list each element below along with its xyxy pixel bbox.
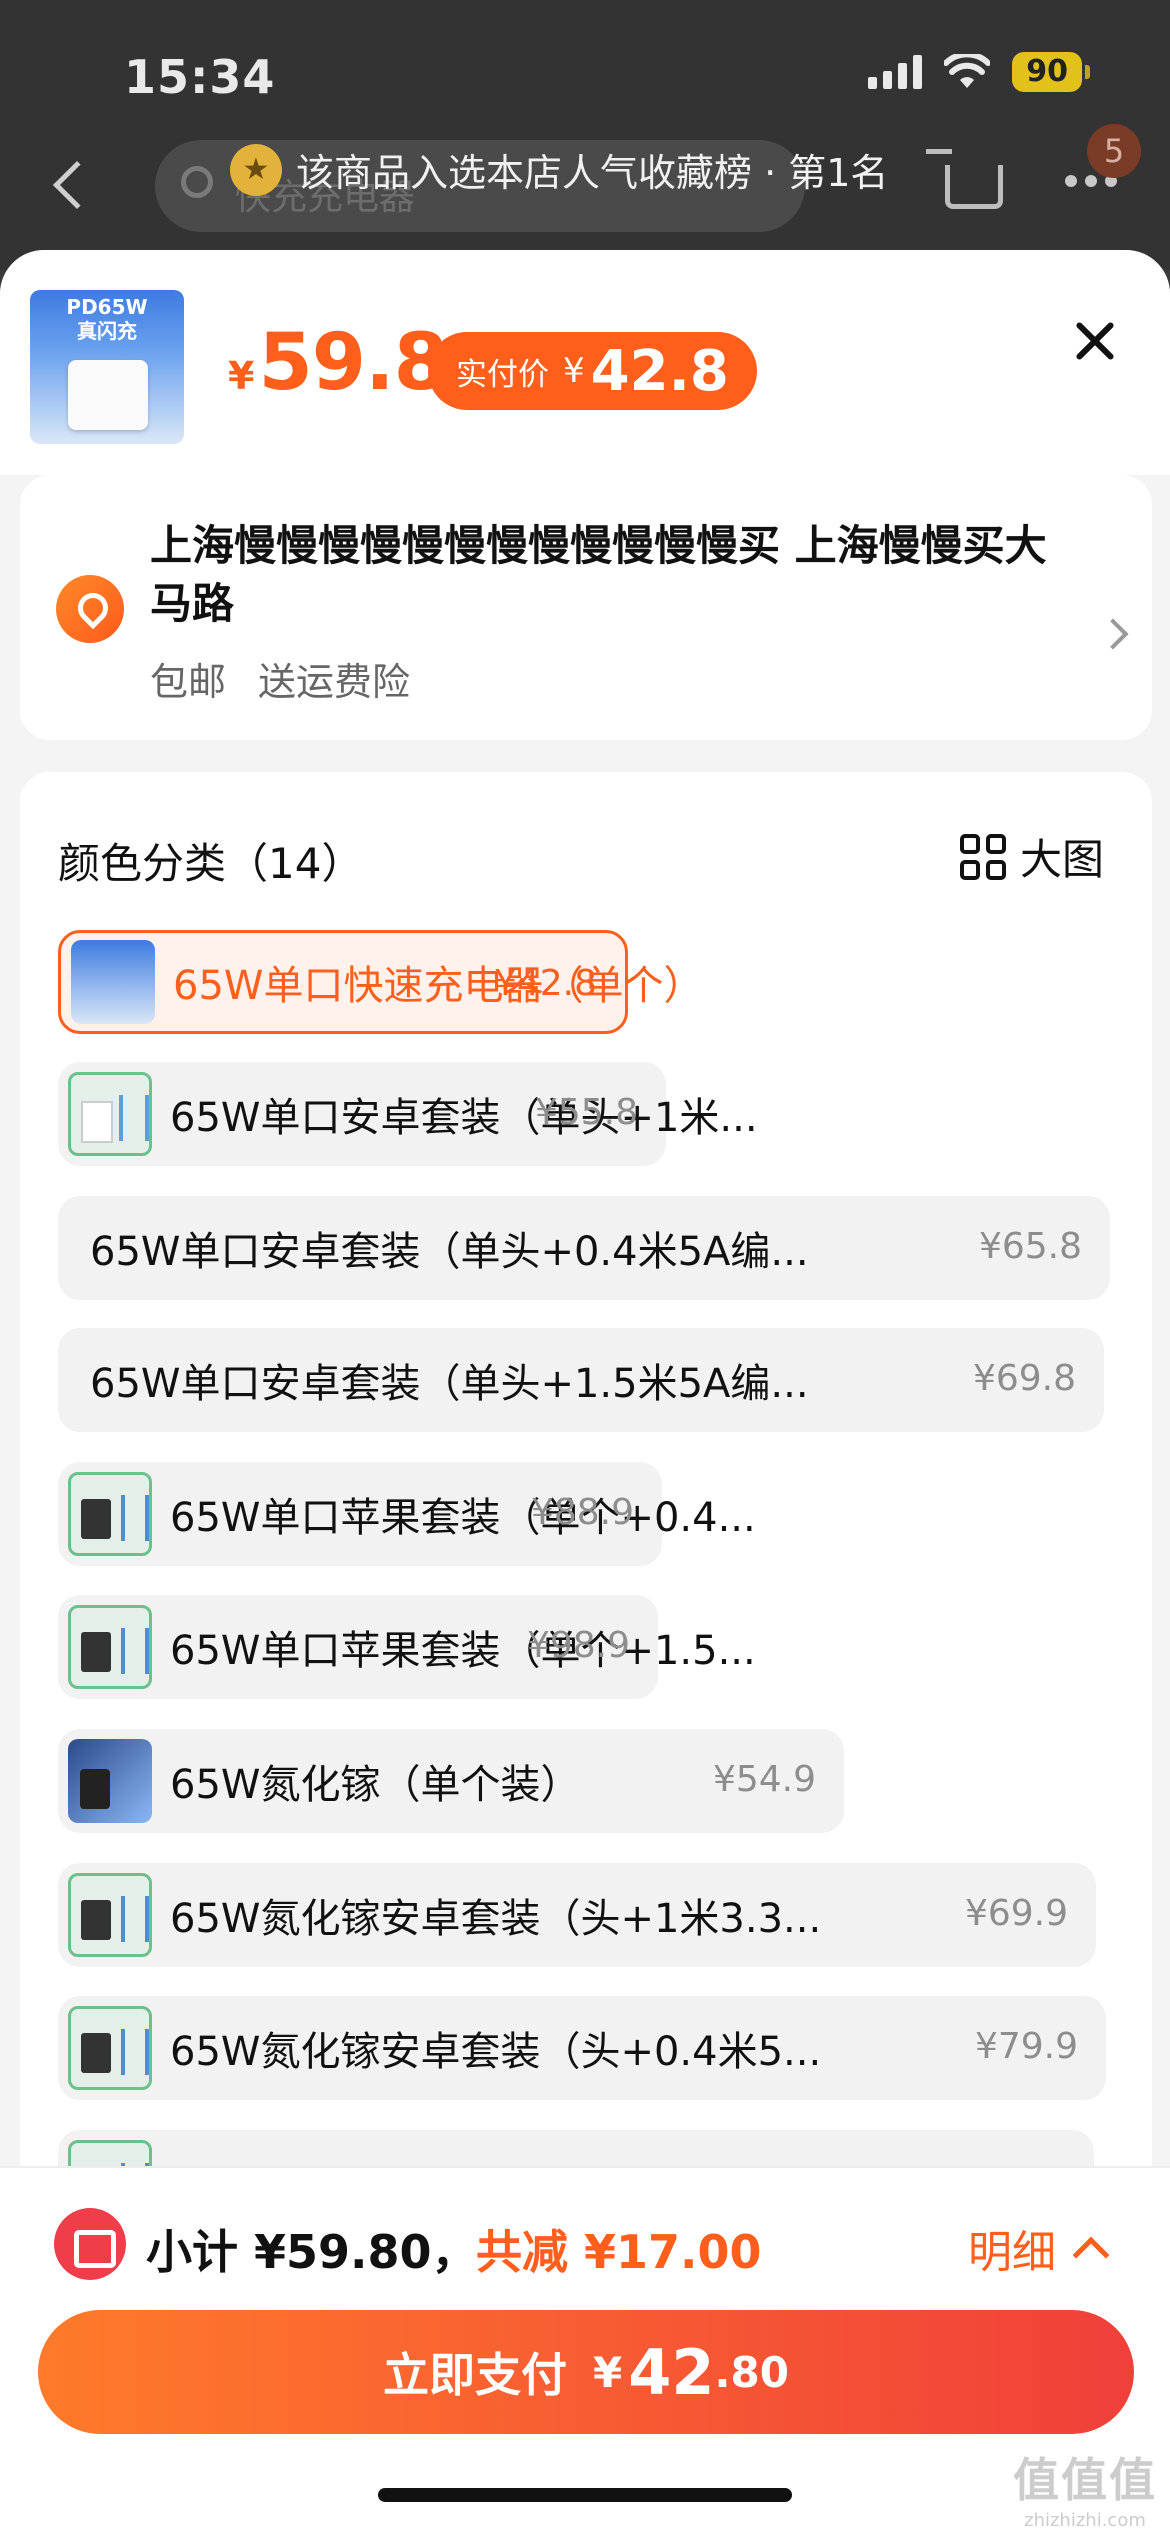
subtotal-text: 小计 ¥59.80，: [146, 2225, 478, 2279]
big-view-button[interactable]: 大图: [960, 826, 1104, 887]
option-item[interactable]: 65W氮化镓安卓套装（头+1米3.3... ¥69.9: [58, 1863, 1096, 1967]
thumb-label-2: 真闪充: [77, 319, 137, 343]
sheet-header: PD65W 真闪充 ¥ 59.8 实付价 ¥ 42.8: [0, 250, 1170, 475]
battery-level: 90: [1012, 52, 1082, 92]
option-thumbnail: [68, 2006, 152, 2090]
big-view-label: 大图: [1020, 835, 1105, 884]
status-icons: 90: [868, 52, 1090, 92]
cellular-signal-icon: [868, 55, 923, 89]
grid-icon: [960, 833, 1006, 880]
option-item[interactable]: 65W氮化镓安卓套装（头+0.4米5... ¥79.9: [58, 1996, 1106, 2100]
cart-badge: 5: [1087, 124, 1141, 178]
checkout-footer: 小计 ¥59.80， 共减 ¥17.00 明细 立即支付 ¥ 42 .80 值值…: [0, 2166, 1170, 2532]
option-item[interactable]: 65W单口安卓套装（单头+0.4米5A编... ¥65.8: [58, 1196, 1110, 1300]
option-thumbnail: [71, 940, 155, 1024]
option-item[interactable]: 65W单口安卓套装（单头+1米... ¥55.8: [58, 1062, 758, 1166]
product-price: ¥ 59.8: [228, 318, 448, 408]
popularity-banner: ★ 该商品入选本店人气收藏榜 · 第1名: [230, 142, 888, 197]
detail-label: 明细: [968, 2227, 1056, 2278]
option-thumbnail: [68, 1472, 152, 1556]
home-indicator: [378, 2488, 792, 2502]
tag-shipping-insurance: 送运费险: [258, 660, 411, 704]
option-item[interactable]: 65W单口安卓套装（单头+1.5米5A编... ¥69.8: [58, 1328, 1104, 1432]
pay-label: 立即支付: [383, 2348, 568, 2402]
location-pin-icon: [56, 575, 124, 643]
option-item[interactable]: 65W单口苹果套装（单个+0.4... ¥88.9: [58, 1462, 756, 1566]
option-thumbnail: [68, 1605, 152, 1689]
search-icon: [181, 166, 213, 198]
status-time: 15:34: [124, 50, 276, 104]
battery-icon: 90: [1012, 52, 1090, 92]
shipping-tags: 包邮 送运费险: [150, 651, 410, 706]
address-text: 上海慢慢慢慢慢慢慢慢慢慢慢慢买 上海慢慢买大马路: [150, 521, 1047, 628]
options-title: 颜色分类（14）: [58, 839, 364, 888]
chevron-up-icon: [1072, 2236, 1110, 2274]
watermark: 值值值 zhizhizhi.com: [1013, 2453, 1157, 2531]
option-item[interactable]: 65W单口苹果套装（单个+1.5... ¥98.9: [58, 1595, 756, 1699]
discount-text: 共减 ¥17.00: [476, 2225, 762, 2279]
option-thumbnail: [68, 1072, 152, 1156]
product-thumbnail[interactable]: PD65W 真闪充: [30, 290, 184, 444]
tag-free-shipping: 包邮: [150, 660, 227, 704]
pay-now-button[interactable]: 立即支付 ¥ 42 .80: [38, 2310, 1134, 2434]
option-thumbnail: [68, 1739, 152, 1823]
detail-toggle[interactable]: 明细: [968, 2216, 1110, 2280]
back-icon[interactable]: [52, 160, 102, 210]
option-item[interactable]: 65W氮化镓（单个装） ¥54.9: [58, 1729, 844, 1833]
option-thumbnail: [68, 1873, 152, 1957]
wifi-icon: [944, 54, 991, 88]
option-item[interactable]: 65W单口快速充电器（单个） ¥42.8: [58, 930, 703, 1034]
close-icon[interactable]: [1070, 316, 1120, 366]
actual-price-badge: 实付价 ¥ 42.8: [428, 332, 757, 410]
banner-text: 该商品入选本店人气收藏榜 · 第1名: [296, 151, 889, 195]
address-card[interactable]: 上海慢慢慢慢慢慢慢慢慢慢慢慢买 上海慢慢买大马路 包邮 送运费险: [20, 475, 1152, 740]
thumb-label-1: PD65W: [66, 295, 148, 319]
chevron-right-icon: [1097, 618, 1129, 650]
top-bar: 15:34 90 快充充电器 ★ 该商品入选本店人气收藏榜 · 第1名 5: [0, 0, 1170, 270]
medal-icon: ★: [230, 143, 282, 196]
coupon-icon: [54, 2208, 126, 2280]
cart-icon[interactable]: [926, 149, 1003, 209]
